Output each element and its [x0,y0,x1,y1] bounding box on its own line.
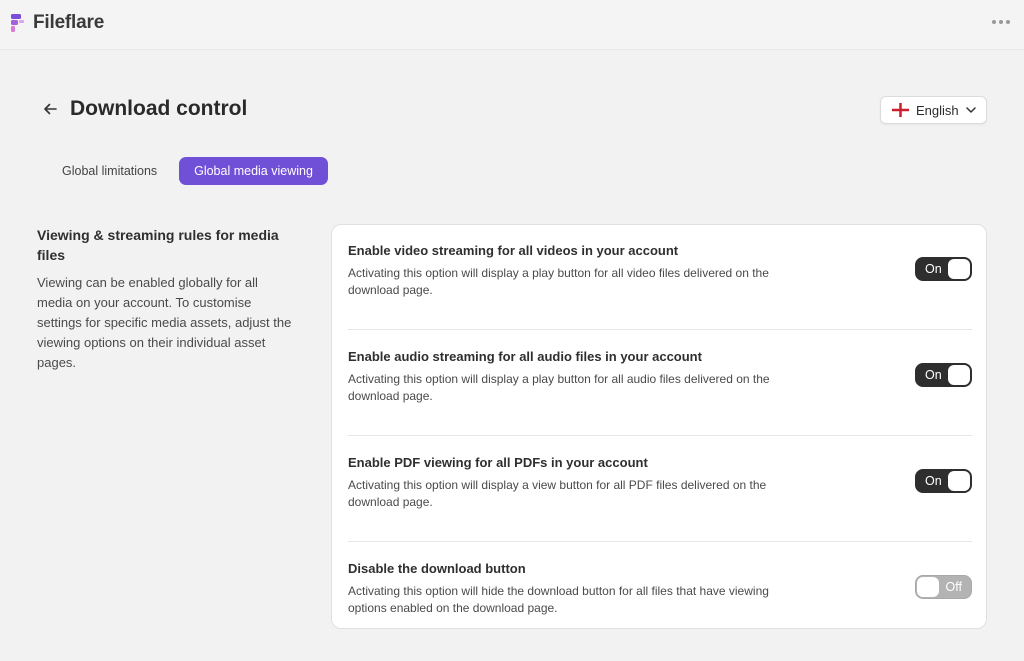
setting-description: Activating this option will display a pl… [348,266,769,297]
setting-disable-download: Disable the download button Activating t… [348,543,972,648]
top-bar: Fileflare [0,0,1024,50]
video-streaming-toggle[interactable]: On [915,257,972,281]
audio-streaming-toggle[interactable]: On [915,363,972,387]
section-heading: Viewing & streaming rules for media file… [37,227,279,263]
toggle-knob [948,365,970,385]
language-label: English [916,102,959,118]
tab-global-media-viewing[interactable]: Global media viewing [179,157,328,185]
more-horizontal-icon[interactable] [992,20,1010,26]
page-title: Download control [70,97,248,120]
england-flag-icon [892,103,909,117]
setting-description: Activating this option will display a pl… [348,372,770,403]
language-select[interactable]: English [880,96,987,124]
brand[interactable]: Fileflare [10,12,104,34]
toggle-state-label: On [925,474,942,488]
toggle-knob [948,471,970,491]
setting-video-streaming: Enable video streaming for all videos in… [348,225,972,330]
setting-pdf-viewing: Enable PDF viewing for all PDFs in your … [348,437,972,542]
toggle-state-label: On [925,368,942,382]
pdf-viewing-toggle[interactable]: On [915,469,972,493]
setting-title: Enable PDF viewing for all PDFs in your … [348,455,648,470]
toggle-state-label: On [925,262,942,276]
fileflare-logo-icon [11,14,24,32]
tab-global-limitations[interactable]: Global limitations [50,157,169,185]
setting-title: Enable video streaming for all videos in… [348,243,679,258]
toggle-knob [948,259,970,279]
arrow-left-icon[interactable] [41,100,59,118]
app-name: Fileflare [33,12,105,33]
chevron-down-icon [965,107,976,113]
toggle-knob [917,577,939,597]
section-description: Viewing can be enabled globally for all … [37,275,292,370]
toggle-state-label: Off [945,580,962,594]
setting-title: Enable audio streaming for all audio fil… [348,349,702,364]
setting-title: Disable the download button [348,561,526,576]
setting-description: Activating this option will hide the dow… [348,584,769,615]
setting-audio-streaming: Enable audio streaming for all audio fil… [348,331,972,436]
setting-description: Activating this option will display a vi… [348,478,767,509]
settings-card: Enable video streaming for all videos in… [331,224,987,629]
disable-download-toggle[interactable]: Off [915,575,972,599]
